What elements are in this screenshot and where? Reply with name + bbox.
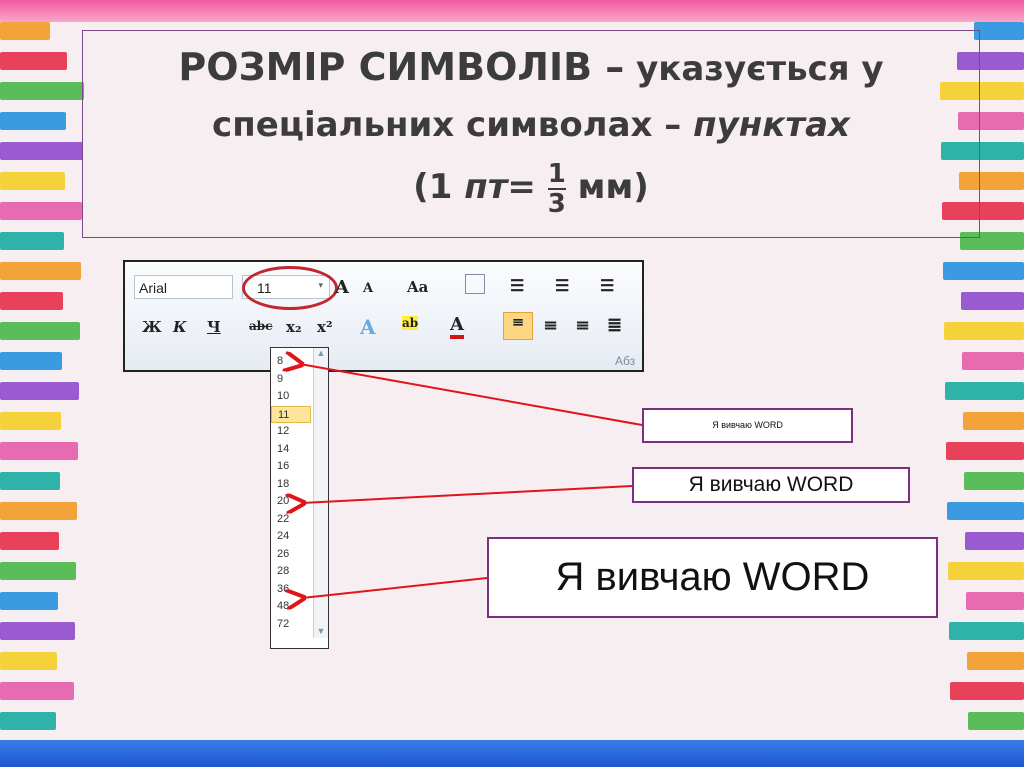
arrow-to-8: [300, 364, 643, 426]
arrow-to-20: [302, 485, 633, 503]
arrows: [0, 0, 643, 767]
arrow-to-36: [302, 577, 488, 598]
